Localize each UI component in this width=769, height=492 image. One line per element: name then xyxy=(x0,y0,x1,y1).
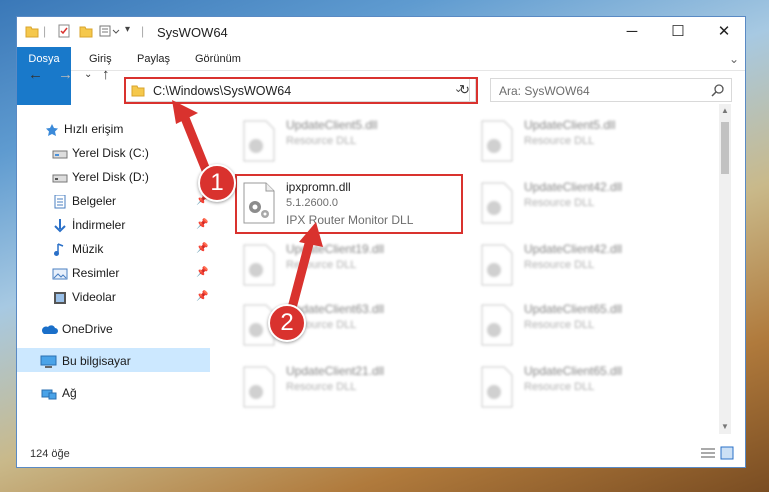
customize-toolbar-icon[interactable] xyxy=(99,24,121,41)
properties-icon[interactable] xyxy=(57,24,71,41)
up-arrow-icon[interactable]: ↑ xyxy=(102,66,110,83)
file-highlight-box xyxy=(235,174,463,234)
ribbon: Dosya Giriş Paylaş Görünüm ⌄ xyxy=(17,47,745,105)
star-icon xyxy=(44,122,60,136)
scroll-down-icon[interactable]: ▼ xyxy=(721,422,729,431)
list-item[interactable]: UpdateClient42.dll Resource DLL xyxy=(478,238,708,296)
drive-icon xyxy=(52,146,68,160)
dll-file-icon xyxy=(240,244,278,286)
address-highlight-box xyxy=(124,77,478,104)
dll-file-icon xyxy=(478,304,516,346)
window-title: SysWOW64 xyxy=(157,25,228,40)
network-icon xyxy=(40,386,57,400)
dll-file-icon xyxy=(478,244,516,286)
dll-file-icon xyxy=(240,120,278,162)
item-count: 124 öğe xyxy=(30,448,70,460)
videos-icon xyxy=(52,290,68,304)
pictures-icon xyxy=(52,266,68,280)
forward-arrow-icon[interactable]: → xyxy=(58,66,73,83)
maximize-button[interactable]: ☐ xyxy=(655,17,701,47)
quick-access-dropdown-icon[interactable]: ▾ xyxy=(125,24,130,35)
tab-share[interactable]: Paylaş xyxy=(125,47,182,71)
list-item[interactable]: UpdateClient5.dll Resource DLL xyxy=(240,114,470,172)
list-item[interactable]: UpdateClient42.dll Resource DLL xyxy=(478,176,708,234)
search-input[interactable]: Ara: SysWOW64 xyxy=(499,84,590,98)
music-icon xyxy=(52,242,68,256)
cloud-icon xyxy=(40,322,58,336)
search-icon[interactable] xyxy=(711,83,725,100)
dll-file-icon xyxy=(478,182,516,224)
search-field[interactable]: Ara: SysWOW64 xyxy=(490,78,732,102)
pin-icon[interactable]: 📌 xyxy=(196,267,208,278)
folder-icon xyxy=(25,24,39,41)
vertical-scrollbar[interactable]: ▲ ▼ xyxy=(719,104,731,434)
list-item[interactable]: UpdateClient21.dll Resource DLL xyxy=(240,360,470,418)
scroll-thumb[interactable] xyxy=(721,122,729,174)
separator: | xyxy=(141,24,145,38)
details-view-icon[interactable] xyxy=(700,447,716,462)
new-folder-icon[interactable] xyxy=(79,24,93,41)
recent-locations-icon[interactable]: ⌄ xyxy=(84,69,92,80)
scroll-up-icon[interactable]: ▲ xyxy=(721,106,729,115)
tab-home[interactable]: Giriş xyxy=(77,47,124,71)
list-item[interactable]: UpdateClient19.dll Resource DLL xyxy=(240,238,470,296)
minimize-button[interactable]: ─ xyxy=(609,17,655,47)
documents-icon xyxy=(52,194,68,209)
pin-icon[interactable]: 📌 xyxy=(196,291,208,302)
dll-file-icon xyxy=(240,366,278,408)
separator: | xyxy=(43,24,47,38)
computer-icon xyxy=(40,354,57,368)
large-icons-view-icon[interactable] xyxy=(720,446,734,463)
download-icon xyxy=(52,218,68,233)
expand-ribbon-icon[interactable]: ⌄ xyxy=(717,47,751,71)
back-arrow-icon[interactable]: ← xyxy=(28,66,43,83)
step-1-badge: 1 xyxy=(198,164,236,202)
list-item[interactable]: UpdateClient65.dll Resource DLL xyxy=(478,360,708,418)
drive-icon xyxy=(52,170,68,184)
dll-file-icon xyxy=(478,120,516,162)
dll-file-icon xyxy=(478,366,516,408)
title-bar: | ▾ | SysWOW64 ─ ☐ ✕ xyxy=(17,17,745,47)
tab-view[interactable]: Görünüm xyxy=(183,47,253,71)
pin-icon[interactable]: 📌 xyxy=(196,219,208,230)
pin-icon[interactable]: 📌 xyxy=(196,243,208,254)
list-item[interactable]: UpdateClient5.dll Resource DLL xyxy=(478,114,708,172)
list-item[interactable]: UpdateClient65.dll Resource DLL xyxy=(478,298,708,356)
step-2-badge: 2 xyxy=(268,304,306,342)
close-button[interactable]: ✕ xyxy=(701,17,747,47)
